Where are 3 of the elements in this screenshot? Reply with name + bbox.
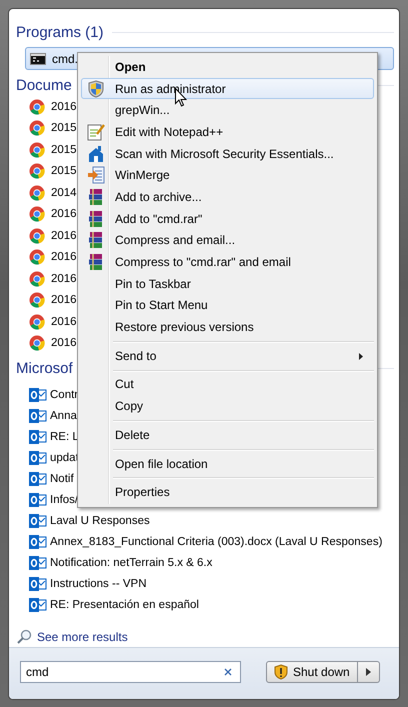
section-heading: Microsof bbox=[16, 360, 73, 377]
section-heading: Programs (1) bbox=[16, 24, 104, 41]
section-heading: Docume bbox=[16, 77, 72, 94]
